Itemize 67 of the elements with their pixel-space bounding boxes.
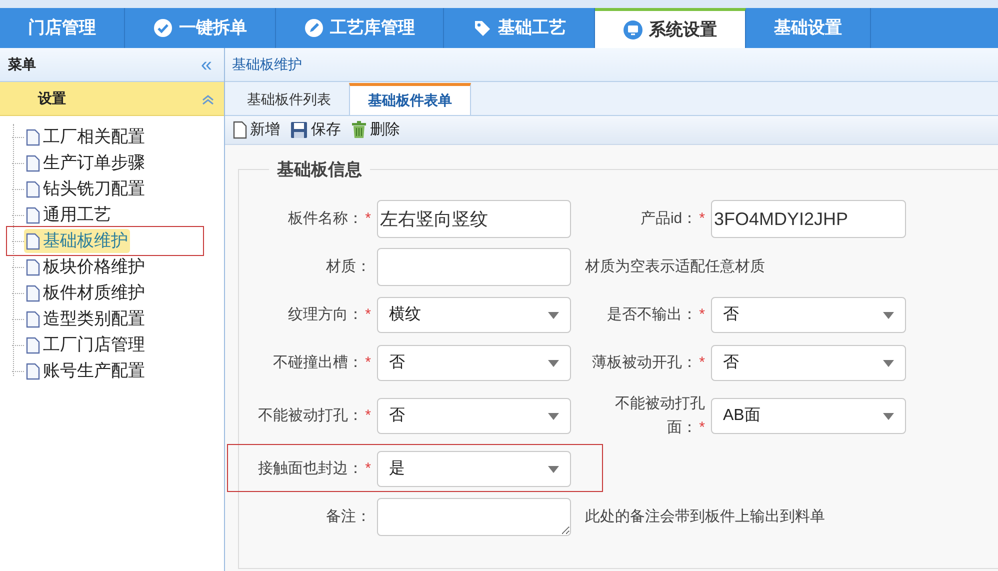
dropdown-arrow-icon — [548, 360, 559, 366]
menu-group-label: 设置 — [38, 89, 66, 108]
field-label: 薄板被动开孔：* — [591, 353, 705, 373]
document-icon — [26, 258, 40, 276]
helper-text: 材质为空表示适配任意材质 — [585, 256, 765, 277]
document-icon — [26, 180, 40, 198]
field-label: 备注： — [325, 507, 371, 527]
field-label: 板件名称：* — [287, 209, 371, 229]
tree-item[interactable]: 账号生产配置 — [24, 359, 147, 383]
nav-tab[interactable]: 系统设置 — [595, 8, 746, 48]
helper-text: 此处的备注会带到板件上输出到料单 — [585, 506, 825, 527]
tree-item[interactable]: 板块价格维护 — [24, 255, 147, 279]
dropdown-arrow-icon — [548, 312, 559, 318]
dropdown-arrow-icon — [548, 466, 559, 472]
dropdown[interactable]: 否 — [377, 398, 571, 434]
tag-icon — [472, 18, 492, 38]
dropdown[interactable]: 是 — [377, 451, 571, 487]
monitor-icon — [623, 20, 643, 40]
tree-item[interactable]: 基础板维护 — [24, 229, 130, 253]
menu-group-header[interactable]: 设置 — [0, 82, 224, 116]
document-icon — [26, 362, 40, 380]
document-icon — [26, 284, 40, 302]
document-icon — [26, 128, 40, 146]
field-label: 不碰撞出槽：* — [272, 353, 371, 373]
field-label: 是否不输出：* — [606, 305, 705, 325]
dropdown-arrow-icon — [883, 412, 894, 420]
toolbar-button[interactable]: 保存 — [290, 118, 341, 142]
tree-item[interactable]: 造型类别配置 — [24, 307, 147, 331]
tree-item[interactable]: 板件材质维护 — [24, 281, 147, 305]
breadcrumb: 基础板维护 — [232, 55, 302, 74]
toolbar-button[interactable]: 新增 — [233, 118, 280, 142]
text-area[interactable] — [377, 498, 571, 536]
input-field[interactable]: 左右竖向竖纹 — [377, 200, 571, 238]
check-circle-icon — [153, 18, 173, 38]
field-label: 不能被动打孔：* — [257, 406, 371, 426]
tab[interactable]: 基础板件表单 — [349, 83, 471, 115]
trash-icon — [351, 121, 367, 139]
dropdown[interactable]: 否 — [711, 345, 906, 381]
field-label: 产品id：* — [639, 209, 705, 229]
dropdown-arrow-icon — [548, 412, 559, 420]
tab[interactable]: 基础板件列表 — [229, 83, 349, 115]
field-label: 材质： — [325, 257, 371, 277]
tree-item[interactable]: 钻头铣刀配置 — [24, 177, 147, 201]
tree-item[interactable]: 通用工艺 — [24, 203, 113, 227]
dropdown[interactable]: AB面 — [711, 398, 906, 434]
field-label: 纹理方向：* — [287, 305, 371, 325]
field-label: 不能被动打孔面：* — [614, 394, 705, 438]
tree-item[interactable]: 工厂门店管理 — [24, 333, 147, 357]
input-field[interactable]: 3FO4MDYI2JHP — [711, 200, 906, 238]
document-icon — [233, 121, 247, 139]
document-icon — [26, 336, 40, 354]
pen-circle-icon — [304, 18, 324, 38]
dropdown-arrow-icon — [883, 360, 894, 366]
document-icon — [26, 206, 40, 224]
sidebar-title: 菜单 — [8, 55, 36, 74]
document-icon — [26, 154, 40, 172]
dropdown[interactable]: 否 — [377, 345, 571, 381]
tree-item[interactable]: 工厂相关配置 — [24, 125, 147, 149]
dropdown[interactable]: 否 — [711, 297, 906, 333]
input-field[interactable] — [377, 248, 571, 286]
toolbar-button[interactable]: 删除 — [351, 118, 400, 142]
dropdown[interactable]: 横纹 — [377, 297, 571, 333]
document-icon — [26, 232, 40, 250]
tree-item[interactable]: 生产订单步骤 — [24, 151, 147, 175]
field-label: 接触面也封边：* — [257, 459, 371, 479]
document-icon — [26, 310, 40, 328]
dropdown-arrow-icon — [883, 312, 894, 318]
